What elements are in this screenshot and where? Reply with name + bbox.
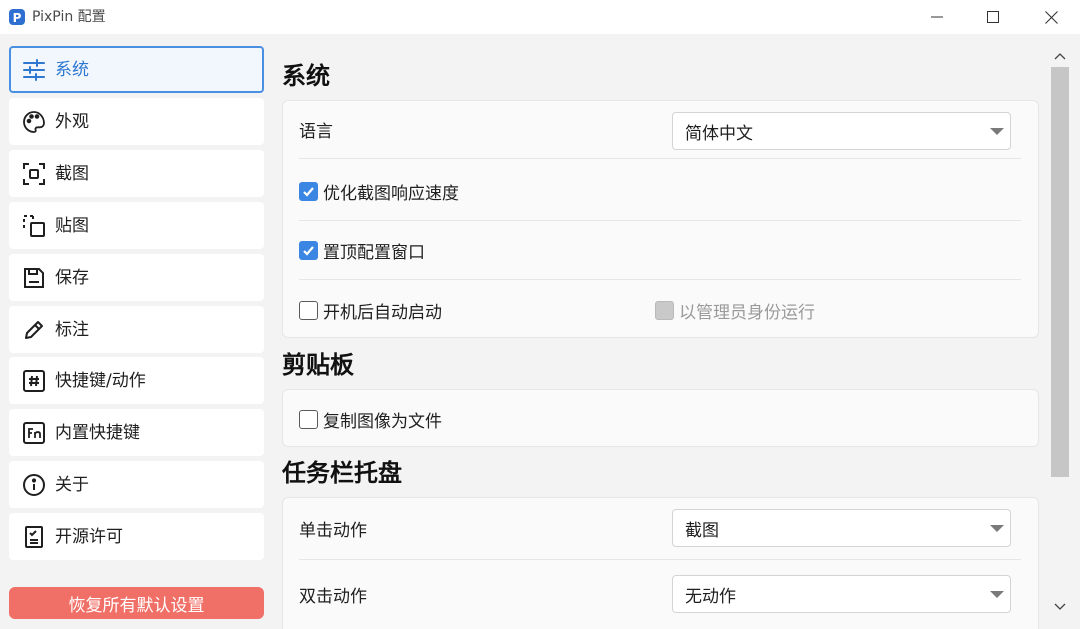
minimize-icon [931,16,943,18]
sidebar-item-label: 截图 [55,163,89,184]
double-click-row: 双击动作 无动作 [299,564,1021,624]
sidebar-item-label: 关于 [55,474,89,495]
pin-image-icon [21,213,47,239]
settings-content: 系统 语言 简体中文 优化截图响应速度 置顶配置窗口 开机后自动启动 以管理员身… [274,34,1048,629]
autostart-label[interactable]: 开机后自动启动 [323,298,442,323]
checkmark-icon [303,187,314,197]
tray-card: 单击动作 截图 双击动作 无动作 [282,497,1039,629]
palette-icon [21,109,47,135]
optimize-checkbox[interactable] [299,182,318,201]
single-click-label: 单击动作 [299,521,367,541]
copy-file-label[interactable]: 复制图像为文件 [323,407,442,432]
optimize-label[interactable]: 优化截图响应速度 [323,179,459,204]
topmost-label[interactable]: 置顶配置窗口 [323,238,425,263]
chevron-down-icon [990,591,1004,598]
sidebar-item-label: 系统 [55,59,89,80]
sidebar-item-screenshot[interactable]: 截图 [9,150,264,197]
single-click-select[interactable]: 截图 [672,509,1011,547]
sidebar-item-label: 保存 [55,267,89,288]
sidebar-item-label: 快捷键/动作 [55,370,146,391]
language-row: 语言 简体中文 [299,101,1021,159]
admin-option: 以管理员身份运行 [655,298,815,323]
sidebar-item-about[interactable]: 关于 [9,461,264,508]
minimize-button[interactable] [908,0,966,34]
section-title-tray: 任务栏托盘 [282,459,402,487]
fn-key-icon [21,420,47,446]
sidebar-item-save[interactable]: 保存 [9,254,264,301]
sidebar-item-system[interactable]: 系统 [9,46,264,93]
sidebar-item-appearance[interactable]: 外观 [9,98,264,145]
sidebar-item-pin[interactable]: 贴图 [9,202,264,249]
sidebar: 系统 外观 截图 贴图 保存 标注 快捷键/动作 内置快捷键 关于 开源许可 恢… [0,34,274,629]
save-icon [21,265,47,291]
single-click-row: 单击动作 截图 [299,498,1021,560]
sidebar-item-label: 贴图 [55,215,89,236]
hash-key-icon [21,368,47,394]
sidebar-item-licenses[interactable]: 开源许可 [9,513,264,560]
sidebar-item-builtin-hotkeys[interactable]: 内置快捷键 [9,409,264,456]
double-click-select[interactable]: 无动作 [672,575,1011,613]
system-card: 语言 简体中文 优化截图响应速度 置顶配置窗口 开机后自动启动 以管理员身份运行 [282,100,1039,338]
sidebar-item-label: 标注 [55,319,89,340]
close-button[interactable] [1022,0,1080,34]
copy-file-row: 复制图像为文件 [299,390,1021,448]
clipboard-card: 复制图像为文件 [282,389,1039,447]
window-title: PixPin 配置 [32,9,106,25]
sidebar-item-annotate[interactable]: 标注 [9,306,264,353]
pixpin-logo-icon: P [9,9,25,25]
language-select[interactable]: 简体中文 [672,112,1011,150]
scroll-up-icon[interactable] [1054,51,1066,63]
maximize-button[interactable] [964,0,1022,34]
topmost-checkbox[interactable] [299,241,318,260]
section-title-clipboard: 剪贴板 [282,351,354,379]
sliders-icon [21,57,47,83]
chevron-down-icon [990,128,1004,135]
sidebar-item-hotkeys[interactable]: 快捷键/动作 [9,357,264,404]
sidebar-item-label: 外观 [55,111,89,132]
pencil-icon [21,317,47,343]
screenshot-frame-icon [21,161,47,187]
admin-label: 以管理员身份运行 [679,302,815,323]
vertical-scrollbar[interactable] [1048,34,1080,629]
title-bar: P PixPin 配置 [0,0,1080,34]
scroll-down-icon[interactable] [1054,600,1066,612]
language-select-value: 简体中文 [685,123,753,144]
chevron-down-icon [990,525,1004,532]
optimize-row: 优化截图响应速度 [299,163,1021,221]
svg-text:P: P [13,11,22,25]
double-click-label: 双击动作 [299,586,367,607]
checkmark-icon [303,246,314,256]
copy-file-checkbox[interactable] [299,409,318,429]
autostart-checkbox[interactable] [299,300,318,320]
section-title-system: 系统 [282,62,330,90]
language-label: 语言 [299,122,333,142]
sidebar-item-label: 开源许可 [55,526,123,547]
checklist-icon [21,524,47,550]
scrollbar-thumb[interactable] [1051,67,1069,477]
close-icon [1044,10,1058,24]
info-icon [21,472,47,498]
maximize-icon [987,11,999,23]
reset-defaults-button[interactable]: 恢复所有默认设置 [9,587,264,619]
admin-checkbox [655,300,674,320]
sidebar-item-label: 内置快捷键 [55,422,140,443]
double-click-select-value: 无动作 [685,586,736,607]
single-click-select-value: 截图 [685,520,719,541]
topmost-row: 置顶配置窗口 [299,222,1021,280]
autostart-row: 开机后自动启动 以管理员身份运行 [299,281,1021,339]
